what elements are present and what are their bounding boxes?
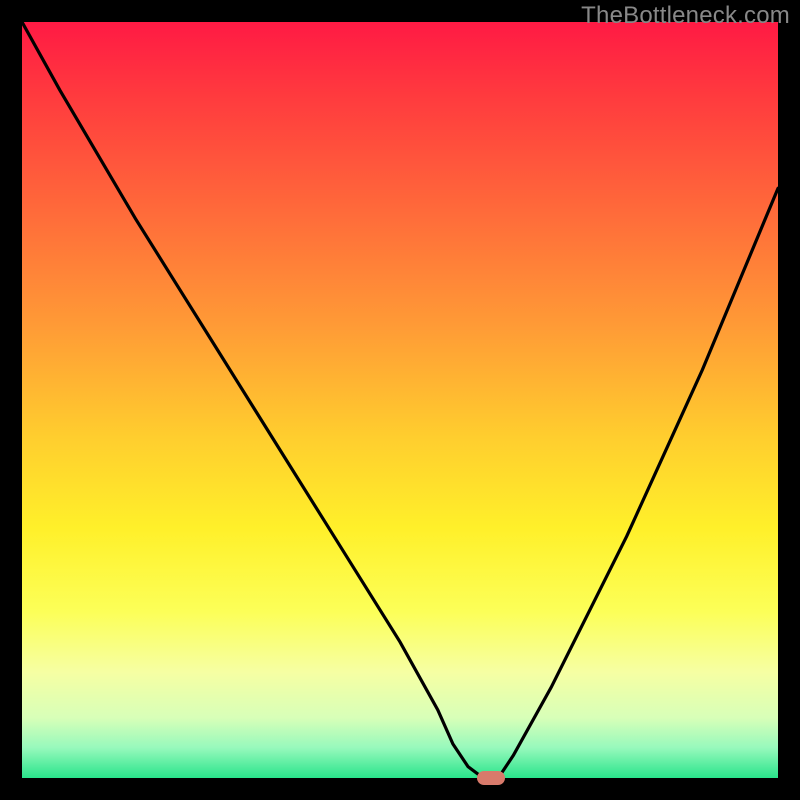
- plot-area: [22, 22, 778, 778]
- watermark-text: TheBottleneck.com: [581, 2, 790, 30]
- optimal-point-marker: [477, 771, 505, 785]
- bottleneck-curve: [22, 22, 778, 778]
- chart-frame: TheBottleneck.com: [0, 0, 800, 800]
- curve-layer: [22, 22, 778, 778]
